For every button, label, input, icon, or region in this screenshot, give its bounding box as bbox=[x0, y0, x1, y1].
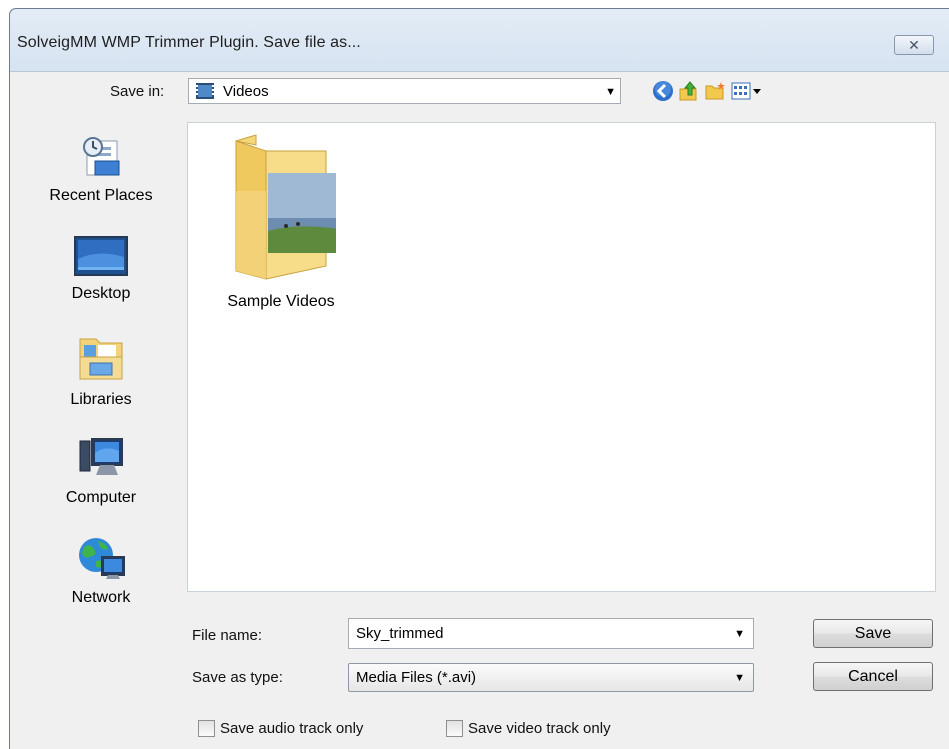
place-computer[interactable]: Computer bbox=[16, 435, 186, 507]
libraries-icon bbox=[79, 338, 123, 380]
views-menu-icon bbox=[731, 82, 761, 100]
video-only-label: Save video track only bbox=[468, 720, 611, 737]
back-icon bbox=[653, 81, 673, 101]
up-folder-button[interactable] bbox=[676, 78, 702, 104]
file-name-input[interactable]: Sky_trimmed ▼ bbox=[348, 618, 754, 649]
back-button[interactable] bbox=[650, 78, 676, 104]
place-desktop[interactable]: Desktop bbox=[16, 235, 186, 303]
audio-only-checkbox[interactable] bbox=[198, 720, 215, 737]
new-folder-icon bbox=[705, 82, 725, 100]
chevron-down-icon: ▼ bbox=[734, 672, 745, 684]
save-in-value: Videos bbox=[223, 82, 269, 100]
video-only-checkbox[interactable] bbox=[446, 720, 463, 737]
chevron-down-icon[interactable]: ▼ bbox=[734, 628, 745, 640]
title-bar[interactable]: SolveigMM WMP Trimmer Plugin. Save file … bbox=[10, 9, 949, 71]
save-in-dropdown[interactable]: Videos ▼ bbox=[188, 78, 621, 104]
desktop-icon bbox=[74, 236, 128, 276]
folder-icon bbox=[235, 134, 338, 280]
file-list[interactable]: Sample Videos bbox=[187, 122, 936, 592]
new-folder-button[interactable] bbox=[702, 78, 728, 104]
save-in-label: Save in: bbox=[110, 83, 165, 100]
place-label: Network bbox=[71, 589, 131, 606]
place-label: Computer bbox=[65, 489, 137, 506]
video-only-option[interactable]: Save video track only bbox=[446, 720, 611, 737]
save-button[interactable]: Save bbox=[813, 619, 933, 648]
file-name-value: Sky_trimmed bbox=[356, 625, 444, 642]
file-item-sample-videos[interactable]: Sample Videos bbox=[206, 131, 356, 311]
place-network[interactable]: Network bbox=[16, 535, 186, 607]
place-libraries[interactable]: Libraries bbox=[16, 335, 186, 409]
computer-icon bbox=[79, 438, 123, 475]
network-icon bbox=[79, 538, 125, 579]
place-recent-places[interactable]: Recent Places bbox=[16, 133, 186, 205]
save-type-label: Save as type: bbox=[192, 669, 283, 686]
file-item-label: Sample Videos bbox=[227, 293, 335, 310]
place-label: Desktop bbox=[71, 285, 131, 302]
place-label: Libraries bbox=[70, 391, 132, 408]
file-name-label: File name: bbox=[192, 627, 263, 644]
up-folder-icon bbox=[679, 81, 697, 101]
audio-only-option[interactable]: Save audio track only bbox=[198, 720, 363, 737]
chevron-down-icon: ▼ bbox=[605, 86, 616, 98]
dialog-title: SolveigMM WMP Trimmer Plugin. Save file … bbox=[17, 34, 361, 51]
video-folder-icon bbox=[195, 82, 215, 100]
close-button[interactable]: ✕ bbox=[894, 35, 934, 55]
recent-places-icon bbox=[83, 137, 120, 176]
cancel-button[interactable]: Cancel bbox=[813, 662, 933, 691]
save-type-select[interactable]: Media Files (*.avi) ▼ bbox=[348, 663, 754, 692]
audio-only-label: Save audio track only bbox=[220, 720, 364, 737]
dialog-client: Save in: Videos ▼ Recent Places Desktop … bbox=[10, 71, 949, 749]
navigation-toolbar bbox=[650, 78, 768, 104]
close-icon: ✕ bbox=[908, 36, 920, 53]
places-bar: Recent Places Desktop Libraries Computer… bbox=[16, 123, 186, 606]
place-label: Recent Places bbox=[49, 187, 153, 204]
views-menu-button[interactable] bbox=[728, 78, 768, 104]
save-type-value: Media Files (*.avi) bbox=[356, 669, 477, 686]
save-dialog: SolveigMM WMP Trimmer Plugin. Save file … bbox=[9, 8, 949, 749]
